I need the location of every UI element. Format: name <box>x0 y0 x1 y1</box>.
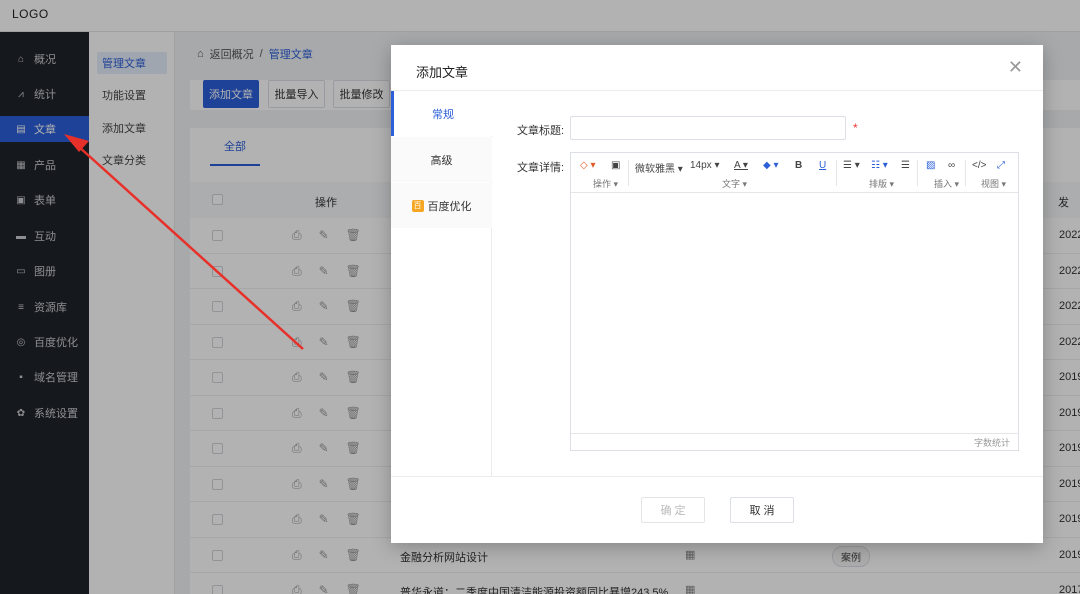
eraser-icon[interactable]: ◇ ▾ <box>580 160 596 171</box>
baidu-icon: 百 <box>411 199 424 212</box>
tab-advanced[interactable]: 高级 <box>391 137 492 182</box>
font-size-select[interactable]: 14px ▾ <box>690 160 720 171</box>
tab-baidu-seo[interactable]: 百 百度优化 <box>391 183 492 228</box>
article-title-input[interactable] <box>570 116 846 140</box>
toolbar-separator <box>628 160 629 186</box>
toolbar-group-operation[interactable]: 操作 ▾ <box>593 177 618 190</box>
cancel-button[interactable]: 取 消 <box>730 497 794 523</box>
editor-toolbar: ◇ ▾ ▣ 操作 ▾ 微软雅黑 ▾ 14px ▾ A ▾ ◆ ▾ B U 文字 … <box>571 153 1018 193</box>
toolbar-separator <box>965 160 966 186</box>
confirm-button[interactable]: 确 定 <box>641 497 705 523</box>
title-label: 文章标题: <box>517 125 565 137</box>
font-family-select[interactable]: 微软雅黑 ▾ <box>635 160 683 175</box>
tab-general[interactable]: 常规 <box>391 91 492 136</box>
editor-content-area[interactable] <box>571 194 1018 432</box>
code-icon[interactable]: </> <box>972 160 986 171</box>
toolbar-group-insert[interactable]: 插入 ▾ <box>934 177 959 190</box>
editor-status-bar: 字数统计 <box>571 433 1018 450</box>
close-icon[interactable]: ✕ <box>1008 57 1023 77</box>
dialog-title: 添加文章 <box>416 65 469 80</box>
toolbar-group-view[interactable]: 视图 ▾ <box>981 177 1006 190</box>
toolbar-group-layout[interactable]: 排版 ▾ <box>869 177 894 190</box>
word-count: 字数统计 <box>973 438 1010 448</box>
highlight-color-icon[interactable]: ◆ ▾ <box>763 160 779 171</box>
fullscreen-icon[interactable]: ⤢ <box>997 160 1005 171</box>
align-icon[interactable]: ☰ ▾ <box>843 160 860 171</box>
toolbar-separator <box>917 160 918 186</box>
rich-text-editor: ◇ ▾ ▣ 操作 ▾ 微软雅黑 ▾ 14px ▾ A ▾ ◆ ▾ B U 文字 … <box>570 152 1019 451</box>
toolbar-group-text[interactable]: 文字 ▾ <box>722 177 747 190</box>
link-icon[interactable]: ∞ <box>948 160 955 171</box>
toolbar-separator <box>836 160 837 186</box>
required-mark: * <box>853 121 858 135</box>
dialog-tab-list: 常规 高级 百 百度优化 <box>391 91 492 476</box>
tab-baidu-seo-label: 百度优化 <box>427 200 472 213</box>
divider <box>391 476 1043 477</box>
add-article-dialog: 添加文章 ✕ 常规 高级 百 百度优化 文章标题: * 文章详情: ◇ ▾ ▣ … <box>391 45 1043 543</box>
indent-icon[interactable]: ☷ ▾ <box>871 160 888 171</box>
underline-icon[interactable]: U <box>819 160 826 171</box>
format-painter-icon[interactable]: ▣ <box>611 160 620 171</box>
bold-icon[interactable]: B <box>795 160 802 171</box>
list-icon[interactable]: ☰ <box>901 160 910 171</box>
image-icon[interactable]: ▨ <box>926 160 935 171</box>
detail-label: 文章详情: <box>517 162 565 174</box>
font-color-icon[interactable]: A ▾ <box>734 160 748 171</box>
